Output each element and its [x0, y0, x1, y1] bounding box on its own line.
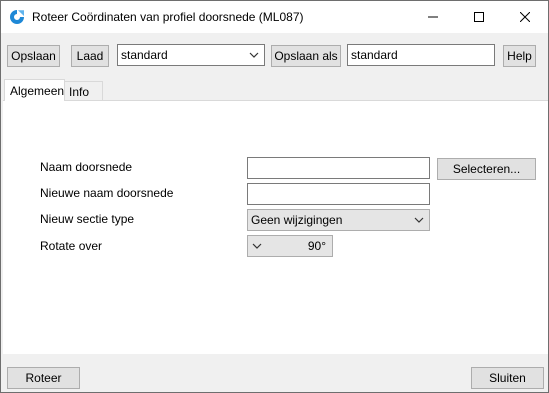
app-logo-icon: [9, 9, 25, 25]
maximize-button[interactable]: [456, 1, 502, 32]
dialog-window: Roteer Coördinaten van profiel doorsnede…: [0, 0, 549, 393]
minimize-icon: [428, 16, 438, 17]
preset-dropdown-value: standard: [121, 48, 168, 62]
chevron-down-icon: [249, 52, 259, 58]
select-button[interactable]: Selecteren...: [437, 158, 536, 180]
tab-info[interactable]: Info: [64, 81, 103, 101]
load-button[interactable]: Laad: [71, 45, 109, 67]
section-name-label: Naam doorsnede: [40, 160, 133, 174]
minimize-button[interactable]: [410, 1, 456, 32]
maximize-icon: [474, 11, 484, 22]
rotate-label: Rotate over: [40, 239, 103, 253]
save-as-button[interactable]: Opslaan als: [271, 45, 341, 67]
help-button[interactable]: Help: [503, 45, 536, 67]
window-title: Roteer Coördinaten van profiel doorsnede…: [32, 10, 304, 24]
save-as-name-input[interactable]: standard: [347, 44, 495, 66]
close-dialog-button[interactable]: Sluiten: [471, 367, 544, 389]
new-name-label: Nieuwe naam doorsnede: [40, 186, 174, 200]
chevron-down-icon: [252, 243, 262, 249]
section-name-input[interactable]: [247, 157, 430, 179]
footer-divider: [1, 355, 548, 356]
section-type-value: Geen wijzigingen: [251, 213, 343, 227]
new-name-input[interactable]: [247, 183, 430, 205]
close-button[interactable]: [502, 1, 548, 32]
preset-dropdown[interactable]: standard: [117, 44, 265, 66]
rotate-button[interactable]: Roteer: [7, 367, 80, 389]
close-icon: [520, 11, 530, 22]
save-button[interactable]: Opslaan: [7, 45, 60, 67]
title-bar: Roteer Coördinaten van profiel doorsnede…: [1, 1, 548, 33]
tab-algemeen[interactable]: Algemeen: [4, 79, 65, 101]
rotate-angle-value: 90°: [307, 239, 326, 253]
chevron-down-icon: [414, 217, 424, 223]
rotate-angle-dropdown[interactable]: 90°: [247, 235, 333, 257]
section-type-dropdown[interactable]: Geen wijzigingen: [247, 209, 430, 231]
section-type-label: Nieuw sectie type: [40, 212, 135, 226]
